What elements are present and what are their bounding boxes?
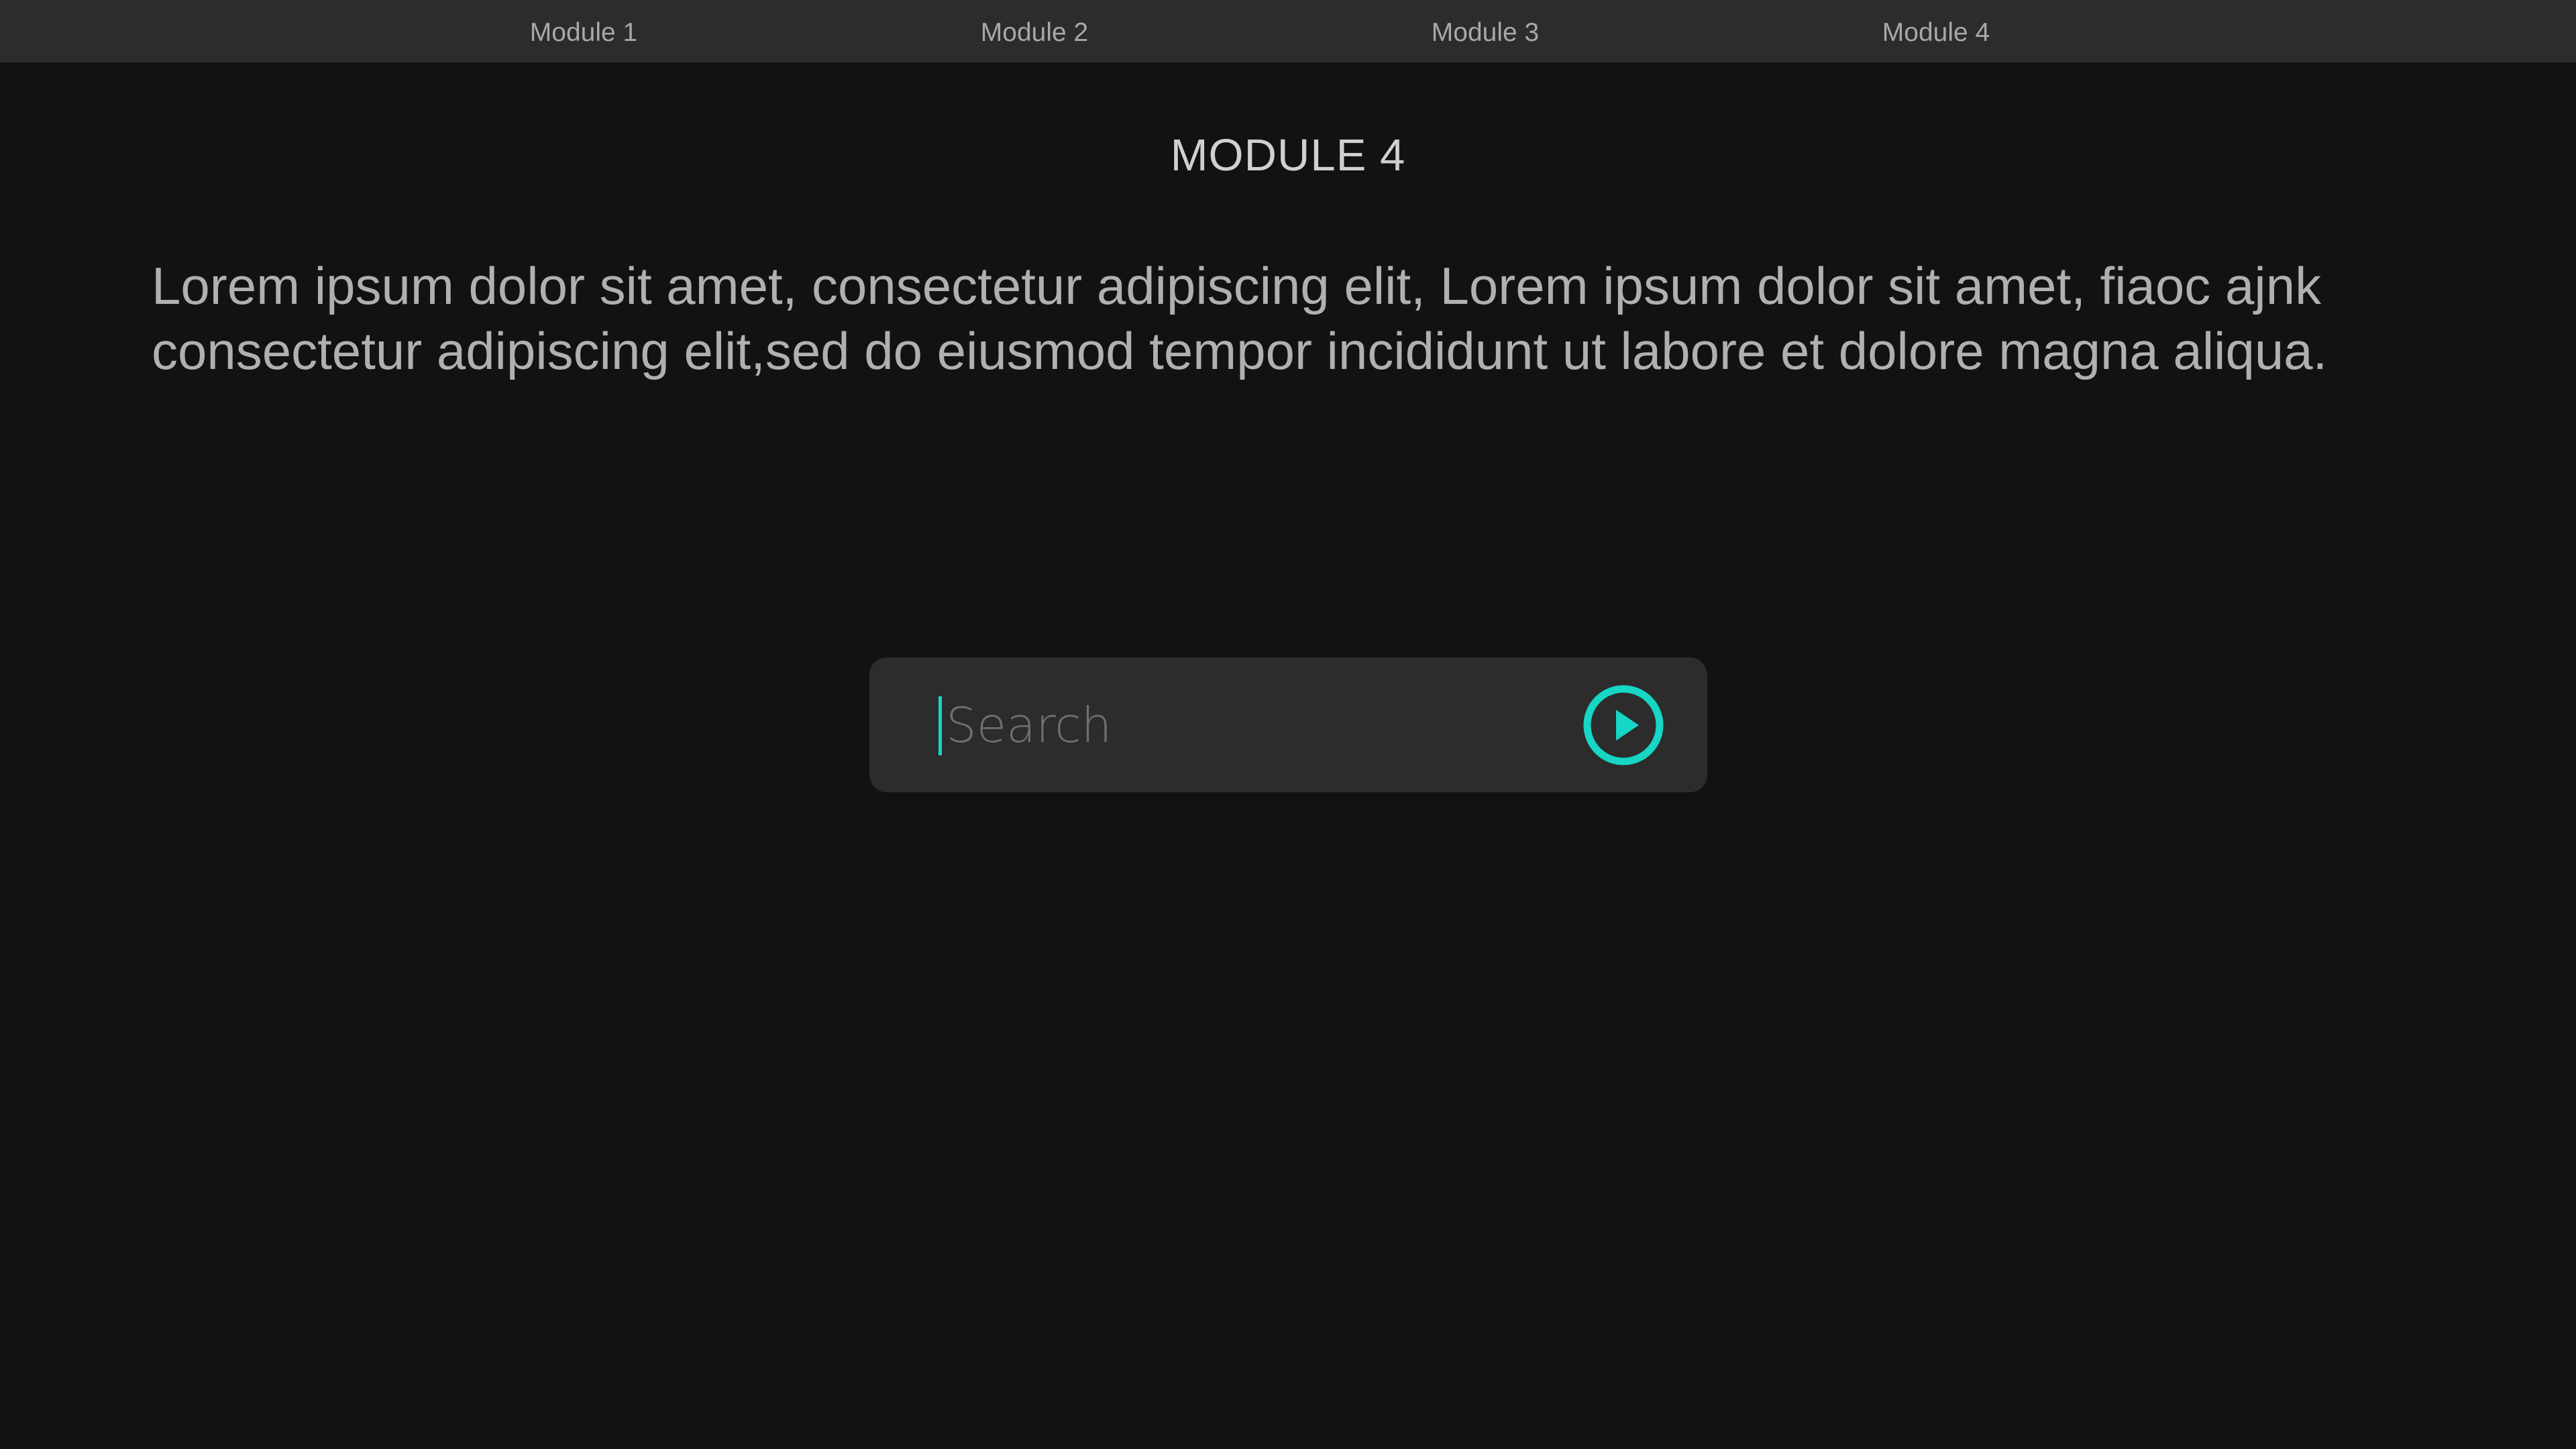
nav-item-module-1[interactable]: Module 1 [530, 0, 637, 62]
search-bar [869, 657, 1707, 792]
page-title: MODULE 4 [1170, 130, 1406, 180]
play-circle-icon [1583, 685, 1664, 765]
top-nav: Module 1 Module 2 Module 3 Module 4 [0, 0, 2576, 62]
nav-item-module-3[interactable]: Module 3 [1432, 0, 1539, 62]
search-submit-button[interactable] [1582, 684, 1664, 766]
description-line-1: Lorem ipsum dolor sit amet, consectetur … [152, 256, 2322, 315]
nav-item-module-2[interactable]: Module 2 [981, 0, 1088, 62]
description-line-2: consectetur adipiscing elit,sed do eiusm… [152, 321, 2328, 380]
app-page: Module 1 Module 2 Module 3 Module 4 MODU… [0, 0, 2576, 1449]
nav-item-module-4[interactable]: Module 4 [1882, 0, 1990, 62]
text-caret [938, 696, 942, 755]
search-input[interactable] [946, 684, 1469, 766]
module-description: Lorem ipsum dolor sit amet, consectetur … [152, 254, 2459, 384]
